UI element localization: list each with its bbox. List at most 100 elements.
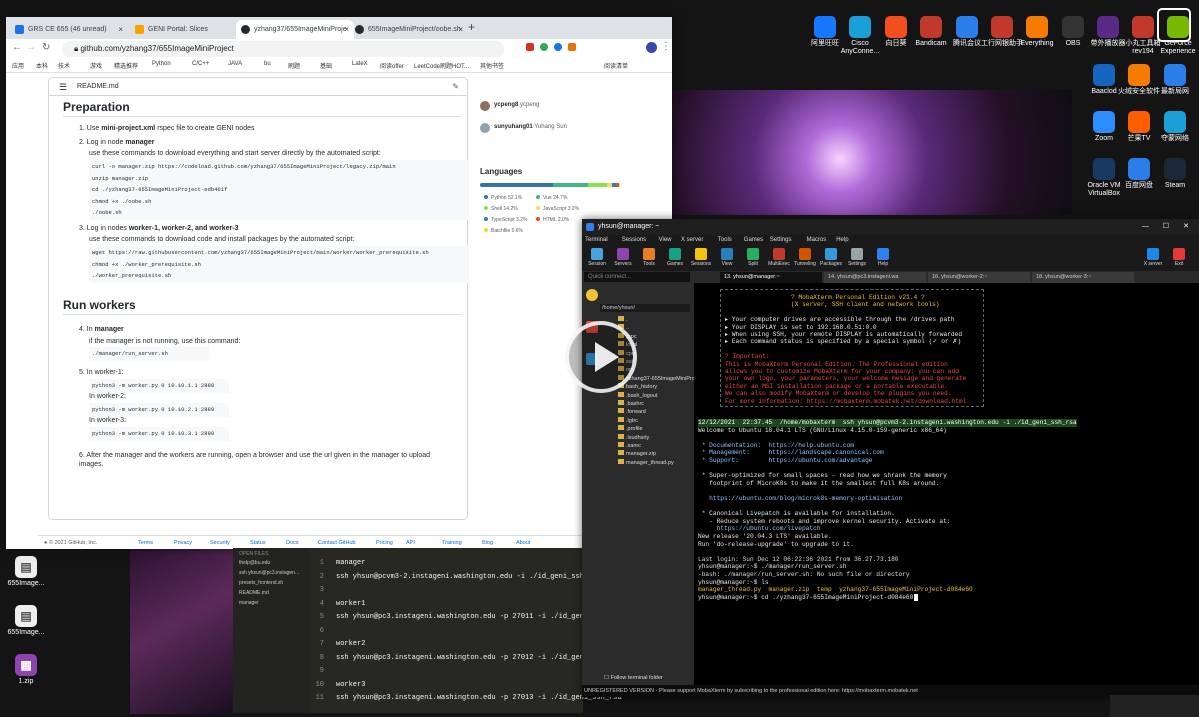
code-block-manager[interactable]: curl -o manager.zip https://codeload.git…: [89, 160, 469, 220]
toolbar-button[interactable]: Games: [662, 248, 688, 267]
bookmark-item[interactable]: 其他书签: [480, 61, 504, 70]
code-worker-1[interactable]: python3 -m worker.py 0 10.10.1.1 2888: [89, 379, 229, 393]
bookmark-item[interactable]: JAVA: [228, 61, 242, 67]
terminal-tab[interactable]: 16. yhsun@worker-2:~: [928, 272, 1030, 283]
extension-icon[interactable]: [568, 43, 576, 51]
menu-item[interactable]: Terminal: [585, 235, 608, 246]
close-icon[interactable]: ×: [344, 20, 349, 39]
open-file-item[interactable]: manager: [239, 600, 259, 606]
footer-link[interactable]: Privacy: [174, 540, 192, 546]
toolbar-button[interactable]: Split: [740, 248, 766, 267]
menu-item[interactable]: Tools: [718, 235, 732, 246]
toolbar-button[interactable]: Session: [584, 248, 610, 267]
footer-link[interactable]: Contact GitHub: [318, 540, 356, 546]
browser-tab[interactable]: GENI Portal: Slices×: [130, 20, 248, 39]
maximize-icon[interactable]: ☐: [1163, 219, 1169, 235]
bookmark-item[interactable]: 游戏: [90, 61, 102, 70]
desktop-icon[interactable]: Steam: [1149, 158, 1199, 190]
bookmark-item[interactable]: LateX: [352, 61, 368, 67]
bookmark-item[interactable]: bu: [264, 61, 271, 67]
bookmark-item[interactable]: 阅读offer: [380, 61, 404, 70]
path-input[interactable]: /home/yhsun/: [600, 304, 690, 312]
toolbar-button[interactable]: X server: [1140, 248, 1166, 267]
open-file-item[interactable]: thelp@bu.edu: [239, 560, 270, 566]
desktop-icon[interactable]: 夺蒙网络: [1149, 111, 1199, 143]
star-icon[interactable]: [586, 289, 598, 301]
toolbar-button[interactable]: Tunneling: [792, 248, 818, 267]
file-tree-item[interactable]: .forward: [618, 408, 646, 415]
back-icon[interactable]: ←: [12, 42, 22, 53]
minimize-icon[interactable]: —: [1142, 219, 1149, 235]
menu-item[interactable]: Macros: [807, 235, 827, 246]
file-tree-item[interactable]: .bash_logout: [618, 391, 658, 399]
language-item[interactable]: JavaScript 3.2%: [536, 206, 579, 212]
file-tree-item[interactable]: .bashrc: [618, 400, 644, 407]
language-item[interactable]: HTML 2.0%: [536, 217, 569, 223]
footer-link[interactable]: Training: [442, 540, 462, 546]
forward-icon[interactable]: →: [26, 42, 36, 53]
terminal-tab[interactable]: 14. yhsun@pc3.instageni.wa: [824, 272, 926, 283]
menu-item[interactable]: Settings: [770, 235, 792, 246]
footer-link[interactable]: API: [406, 540, 415, 546]
bookmark-item[interactable]: Python: [152, 61, 171, 67]
toolbar-button[interactable]: Help: [870, 248, 896, 267]
toolbar-button[interactable]: Exit: [1166, 248, 1192, 267]
bookmark-item[interactable]: LeetCode刷题HOT...: [414, 61, 469, 70]
language-item[interactable]: Vue 24.7%: [536, 195, 567, 201]
desktop-icon[interactable]: GeForce Experience: [1152, 16, 1199, 56]
bookmark-item[interactable]: 本科: [36, 61, 48, 70]
menu-item[interactable]: View: [659, 235, 672, 246]
new-tab-button[interactable]: +: [468, 20, 475, 34]
desktop-icon[interactable]: ▦ 1.zip: [0, 654, 52, 686]
desktop-icon[interactable]: ▤ 655Image...: [0, 556, 52, 588]
language-item[interactable]: Python 52.1%: [484, 195, 522, 201]
contributor[interactable]: sunyuhang01 Yuhang Sun: [494, 124, 567, 130]
open-file-item[interactable]: README.md: [239, 590, 269, 596]
close-icon[interactable]: ✕: [1183, 219, 1189, 235]
bookmark-item[interactable]: 技术: [58, 61, 70, 70]
terminal-tab[interactable]: 13. yhsun@manager:~: [720, 272, 822, 283]
language-item[interactable]: Shell 14.2%: [484, 206, 518, 212]
menu-item[interactable]: Help: [836, 235, 848, 246]
bookmark-item[interactable]: 精选推荐: [114, 61, 138, 70]
terminal[interactable]: ? MobaXterm Personal Edition v21.4 ? (X s…: [694, 283, 1199, 685]
code-worker-3[interactable]: python3 -m worker.py 0 10.10.3.1 2890: [89, 427, 229, 441]
footer-link[interactable]: Terms: [138, 540, 153, 546]
code-run-server[interactable]: ./manager/run_server.sh: [89, 347, 209, 361]
file-tree-item[interactable]: manager_thread.py: [618, 458, 674, 466]
toolbar-button[interactable]: Servers: [610, 248, 636, 267]
toolbar-button[interactable]: Packages: [818, 248, 844, 267]
bookmark-item[interactable]: C/C++: [192, 61, 209, 67]
bookmark-item[interactable]: 应用: [12, 61, 24, 70]
toolbar-button[interactable]: MultiExec: [766, 248, 792, 267]
open-file-item[interactable]: ssh yhsun@pc3.instagen...: [239, 570, 299, 576]
open-file-item[interactable]: presets_frontend.sh: [239, 580, 283, 586]
close-icon[interactable]: ×: [458, 20, 463, 39]
toolbar-button[interactable]: View: [714, 248, 740, 267]
contributor[interactable]: ycpeng8 ycpeng: [494, 102, 539, 108]
desktop-icon[interactable]: ▤ 655Image...: [0, 605, 52, 637]
video-play-button[interactable]: [565, 321, 637, 393]
extension-icon[interactable]: [554, 43, 562, 51]
edit-icon[interactable]: ✎: [452, 78, 459, 96]
file-tree-item[interactable]: .profile: [618, 425, 643, 432]
file-tree-item[interactable]: .sanrc: [618, 442, 641, 449]
reload-icon[interactable]: ↻: [42, 42, 50, 53]
toolbar-button[interactable]: Tools: [636, 248, 662, 267]
quick-connect-input[interactable]: Quick connect...: [584, 272, 690, 282]
toolbar-button[interactable]: Settings: [844, 248, 870, 267]
footer-link[interactable]: Docs: [286, 540, 299, 546]
file-tree-item[interactable]: .lsudhsrly: [618, 433, 649, 441]
editor-code-area[interactable]: 1 manager 2 ssh yhsun@pcvm3-2.instageni.was…: [310, 548, 622, 713]
file-tree-item[interactable]: manager.zip: [618, 450, 656, 457]
code-block-worker[interactable]: wget https://raw.githubusercontent.com/y…: [89, 246, 469, 283]
footer-link[interactable]: Status: [250, 540, 266, 546]
bookmark-item[interactable]: 基础: [320, 61, 332, 70]
extension-icon[interactable]: [540, 43, 548, 51]
address-bar[interactable]: 🔒︎ github.com/yzhang37/655ImageMiniProje…: [62, 41, 504, 57]
file-tree-item[interactable]: .: [618, 316, 628, 323]
close-icon[interactable]: ×: [118, 20, 123, 39]
code-worker-2[interactable]: python3 -m worker.py 0 10.10.2.1 2889: [89, 403, 229, 417]
menu-icon[interactable]: ⋮: [661, 41, 671, 52]
language-item[interactable]: Batchfile 0.6%: [484, 228, 523, 234]
